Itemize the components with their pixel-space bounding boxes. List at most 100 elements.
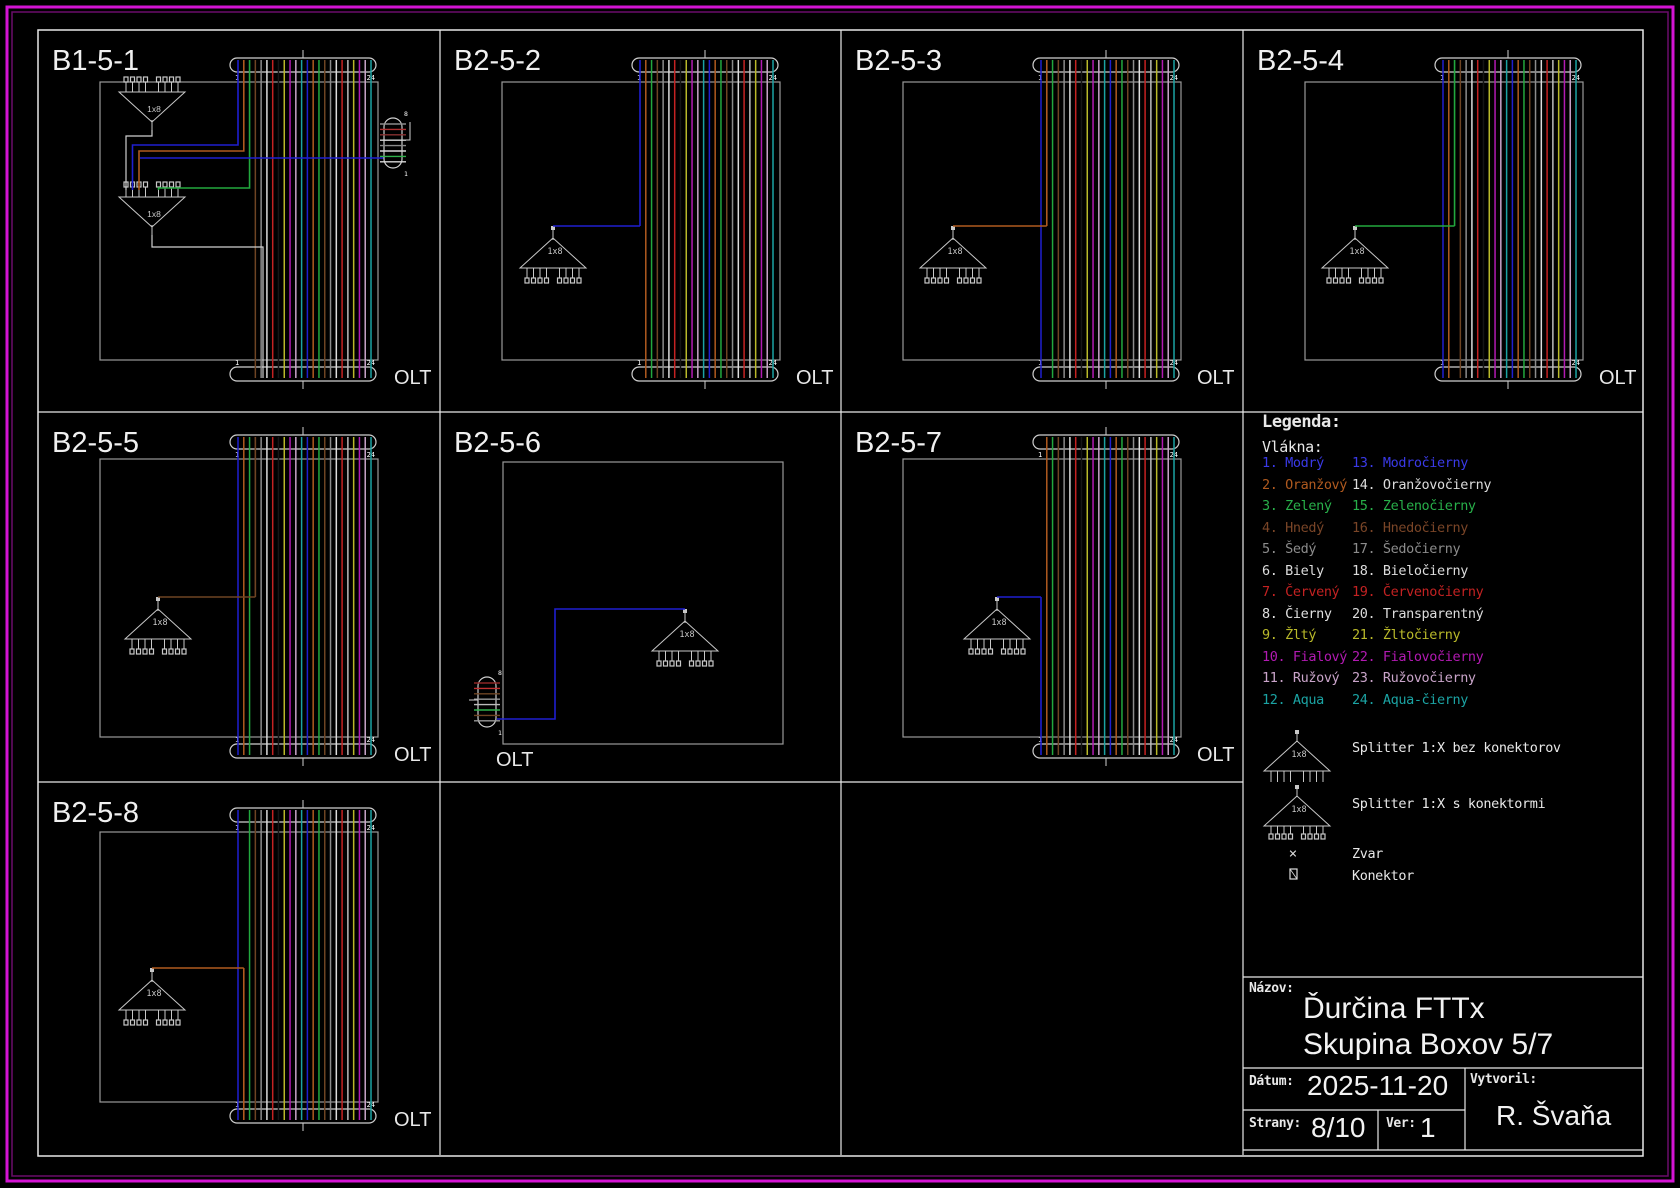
konektor-icon bbox=[1290, 869, 1297, 879]
connector-square bbox=[545, 278, 549, 283]
connector-square bbox=[170, 182, 174, 187]
olt-label: OLT bbox=[1599, 367, 1636, 389]
connector-square bbox=[1002, 649, 1006, 654]
legend-fiber-item: 3. Zelený bbox=[1262, 498, 1332, 514]
connector-square bbox=[1021, 649, 1025, 654]
legend-fiber-item: 15. Zelenočierny bbox=[1352, 498, 1476, 514]
connector-square bbox=[670, 661, 674, 666]
legend-fiber-item: 23. Ružovočierny bbox=[1352, 670, 1476, 686]
splitter-ratio-label: 1x8 bbox=[146, 989, 161, 999]
connector-square bbox=[1366, 278, 1370, 283]
connector-square bbox=[1289, 834, 1293, 839]
legend-fiber-item: 12. Aqua bbox=[1262, 692, 1324, 708]
splitter-ratio-label: 1x8 bbox=[1291, 750, 1306, 760]
panel-title: B2-5-7 bbox=[855, 427, 942, 459]
drawing-sheet: B1-5-11241241x81x881OLTB2-5-21241241x8OL… bbox=[0, 0, 1680, 1188]
connector-square bbox=[989, 649, 993, 654]
splitter-ratio-label: 1x8 bbox=[947, 247, 962, 257]
legend-fiber-item: 24. Aqua-čierny bbox=[1352, 692, 1468, 708]
drawing-title-line2: Skupina Boxov 5/7 bbox=[1303, 1028, 1553, 1062]
connector-square bbox=[657, 661, 661, 666]
connector-square bbox=[169, 649, 173, 654]
connector-square bbox=[532, 278, 536, 283]
connector-square bbox=[938, 278, 942, 283]
splitter-ratio-label: 1x8 bbox=[991, 618, 1006, 628]
connector-square bbox=[977, 278, 981, 283]
zvar-icon: × bbox=[1289, 846, 1297, 862]
fiber-number-label: 1 bbox=[1038, 451, 1042, 459]
legend-fiber-item: 4. Hnedý bbox=[1262, 520, 1324, 536]
splitter-feed-line bbox=[152, 235, 263, 378]
drawing-date: 2025-11-20 bbox=[1307, 1070, 1448, 1102]
label: 1x8 bbox=[147, 104, 161, 114]
legend-konektor-label: Konektor bbox=[1352, 868, 1414, 884]
connector-square bbox=[1334, 278, 1338, 283]
fiber-number-label: 8 bbox=[498, 669, 502, 677]
legend-fiber-item: 1. Modrý bbox=[1262, 455, 1324, 471]
tapped-fiber bbox=[133, 60, 239, 190]
fiber-number-label: 1 bbox=[498, 729, 502, 737]
legend-splitter-pin-dot bbox=[1295, 785, 1299, 789]
legend-fiber-item: 2. Oranžový bbox=[1262, 477, 1347, 493]
titleblock-nazov-label: Názov: bbox=[1249, 981, 1294, 996]
panel-box bbox=[503, 462, 783, 744]
connector-square bbox=[945, 278, 949, 283]
legend-splitter-pin-dot bbox=[1295, 730, 1299, 734]
connector-square bbox=[976, 649, 980, 654]
connector-square bbox=[1347, 278, 1351, 283]
connector-square bbox=[538, 278, 542, 283]
connector-square bbox=[144, 182, 148, 187]
connector-square bbox=[137, 649, 141, 654]
titleblock-ver-label: Ver: bbox=[1386, 1116, 1416, 1131]
splitter-ratio-label: 1x8 bbox=[1291, 805, 1306, 815]
connector-square bbox=[1321, 834, 1325, 839]
connector-square bbox=[176, 182, 180, 187]
connector-square bbox=[124, 77, 128, 82]
connector-square bbox=[130, 649, 134, 654]
connector-square bbox=[176, 649, 180, 654]
mini-olt-connector bbox=[384, 118, 402, 168]
connector-square bbox=[971, 278, 975, 283]
label: 1x8 bbox=[147, 209, 161, 219]
drawing-title-line1: Ďurčina FTTx bbox=[1303, 992, 1485, 1026]
connector-square bbox=[690, 661, 694, 666]
legend-splitter-conn-label: Splitter 1:X s konektormi bbox=[1352, 796, 1545, 812]
olt-label: OLT bbox=[796, 367, 833, 389]
connector-square bbox=[1373, 278, 1377, 283]
fiber-number-label: 1 bbox=[404, 170, 408, 178]
legend-fiber-item: 20. Transparentný bbox=[1352, 606, 1483, 622]
olt-label: OLT bbox=[394, 367, 431, 389]
connector-square bbox=[157, 77, 161, 82]
panel-title: B2-5-8 bbox=[52, 797, 139, 829]
titleblock-strany-label: Strany: bbox=[1249, 1116, 1301, 1131]
panel-title: B2-5-6 bbox=[454, 427, 541, 459]
connector-square bbox=[1302, 834, 1306, 839]
connector-square bbox=[958, 278, 962, 283]
connector-square bbox=[1360, 278, 1364, 283]
connector-square bbox=[182, 649, 186, 654]
connector-square bbox=[163, 1020, 167, 1025]
connector-square bbox=[131, 77, 135, 82]
connector-square bbox=[176, 77, 180, 82]
connector-square bbox=[157, 182, 161, 187]
connector-square bbox=[1340, 278, 1344, 283]
fiber-number-label: 1 bbox=[637, 359, 641, 367]
mini-olt-connector bbox=[478, 677, 496, 727]
panel-title: B2-5-4 bbox=[1257, 45, 1344, 77]
panel-title: B2-5-3 bbox=[855, 45, 942, 77]
panel-title: B2-5-2 bbox=[454, 45, 541, 77]
legend-zvar-label: Zvar bbox=[1352, 846, 1383, 862]
titleblock-datum-label: Dátum: bbox=[1249, 1074, 1294, 1089]
panel-title: B2-5-5 bbox=[52, 427, 139, 459]
legend-fiber-item: 16. Hnedočierny bbox=[1352, 520, 1468, 536]
connector-square bbox=[1315, 834, 1319, 839]
drawing-author: R. Švaňa bbox=[1496, 1100, 1611, 1132]
panel-title: B1-5-1 bbox=[52, 45, 139, 77]
legend-fiber-item: 14. Oranžovočierny bbox=[1352, 477, 1491, 493]
connector-square bbox=[163, 182, 167, 187]
connector-square bbox=[131, 1020, 135, 1025]
connector-square bbox=[137, 1020, 141, 1025]
connector-square bbox=[163, 77, 167, 82]
legend-fiber-item: 9. Žltý bbox=[1262, 627, 1316, 643]
legend-fiber-item: 10. Fialový bbox=[1262, 649, 1347, 665]
